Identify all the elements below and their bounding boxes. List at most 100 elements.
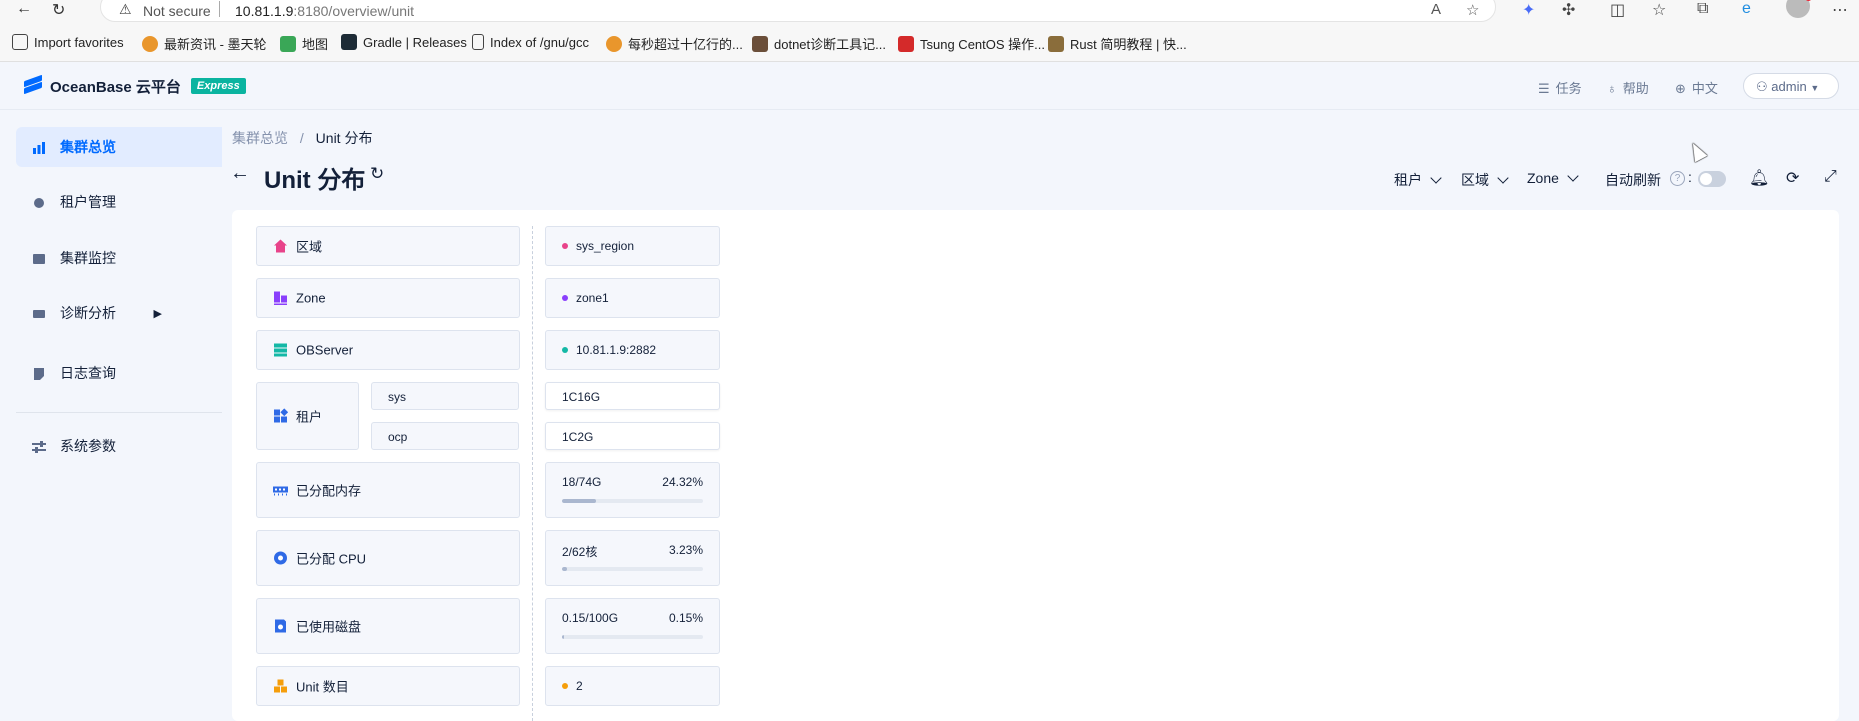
sidebar-item-tenant[interactable]: 租户管理 — [16, 182, 222, 222]
bulb-icon: ♁ — [1607, 81, 1617, 96]
unit-spec-sys[interactable]: 1C16G — [545, 382, 720, 410]
tenant-name: ocp — [388, 430, 408, 444]
bookmark-gcc[interactable]: Index of /gnu/gcc — [472, 34, 589, 50]
disk-progress — [562, 635, 703, 639]
sidebar-divider — [16, 412, 222, 413]
breadcrumb-separator: / — [299, 130, 304, 146]
reload-data-icon[interactable]: ⟳ — [1786, 168, 1799, 188]
memory-progress — [562, 499, 703, 503]
tenant-ocp-box[interactable]: ocp — [371, 422, 519, 450]
auto-refresh-toggle[interactable] — [1698, 171, 1726, 187]
zone-filter[interactable]: Zone — [1527, 170, 1579, 186]
extensions-icon[interactable]: ✣ — [1562, 0, 1575, 20]
region-filter[interactable]: 区域 — [1461, 170, 1509, 190]
house-icon — [273, 239, 288, 254]
back-icon[interactable]: ← — [16, 0, 32, 18]
bookmark-map[interactable]: 地图 — [280, 34, 328, 53]
url-text[interactable]: 10.81.1.9:8180/overview/unit — [235, 3, 414, 19]
language-switch[interactable]: ⊕ 中文 — [1675, 78, 1718, 97]
collections-icon[interactable]: ⧉ — [1697, 0, 1708, 18]
favorite-add-icon[interactable]: ☆ — [1466, 1, 1479, 19]
unit-count-label: Unit 数目 — [296, 679, 349, 695]
diagnose-icon — [32, 307, 46, 319]
split-screen-icon[interactable]: ◫ — [1610, 0, 1625, 20]
sidebar-item-monitor[interactable]: 集群监控 — [16, 238, 222, 278]
oceanbase-logo[interactable]: OceanBase 云平台 Express — [22, 74, 246, 98]
sidebar-item-log[interactable]: 日志查询 — [16, 353, 222, 393]
bookmarks-bar: Import favorites 最新资讯 - 墨天轮 地图 Gradle | … — [0, 22, 1859, 62]
mouse-cursor — [1686, 139, 1708, 163]
observer-address: 10.81.1.9:2882 — [576, 343, 657, 357]
sidebar-item-params[interactable]: 系统参数 — [16, 426, 222, 466]
back-arrow-icon[interactable]: ← — [230, 162, 250, 185]
address-bar[interactable]: ⚠ Not secure 10.81.1.9:8180/overview/uni… — [100, 0, 1496, 22]
breadcrumb-parent-link[interactable]: 集群总览 — [232, 130, 288, 146]
zone-label: Zone — [296, 290, 326, 306]
sidebar-item-cluster-overview[interactable]: 集群总览 — [16, 127, 222, 167]
globe-icon: ⊕ — [1675, 81, 1686, 96]
refresh-icon[interactable]: ↻ — [370, 164, 384, 184]
settings-icon — [32, 440, 46, 453]
tenant-sys-box[interactable]: sys — [371, 382, 519, 410]
tasks-label: 任务 — [1555, 81, 1582, 96]
help-question-icon[interactable]: ? — [1670, 171, 1685, 186]
cpu-icon — [273, 551, 288, 566]
memory-progress-fill — [562, 499, 597, 503]
help-link[interactable]: ♁ 帮助 — [1607, 78, 1649, 97]
url-host: 10.81.1.9 — [235, 3, 294, 19]
help-label: 帮助 — [1622, 81, 1649, 96]
bookmark-label: 每秒超过十亿行的... — [628, 37, 743, 52]
bookmark-label: Tsung CentOS 操作... — [920, 37, 1045, 52]
user-name: admin — [1771, 79, 1807, 94]
url-path: :8180/overview/unit — [293, 3, 415, 19]
zone-value-box[interactable]: zone1 — [545, 278, 720, 318]
disk-icon — [273, 619, 288, 634]
bookmark-rust[interactable]: Rust 简明教程 | 快... — [1048, 34, 1187, 53]
bookmark-dotnet[interactable]: dotnet诊断工具记... — [752, 34, 886, 53]
tenant-name: sys — [388, 390, 406, 404]
more-icon[interactable]: ⋯ — [1832, 0, 1848, 20]
bookmark-import[interactable]: Import favorites — [12, 34, 124, 50]
bookmark-tsung[interactable]: Tsung CentOS 操作... — [898, 34, 1045, 53]
51cto-icon — [898, 36, 914, 52]
user-icon: ⚇ — [1756, 79, 1768, 94]
edge-icon[interactable]: e — [1742, 0, 1751, 18]
tenant-filter[interactable]: 租户 — [1394, 170, 1442, 190]
bookmark-gradle[interactable]: Gradle | Releases — [341, 34, 467, 50]
disk-label: 已使用磁盘 — [296, 619, 362, 635]
favorites-icon[interactable]: ☆ — [1652, 0, 1666, 20]
bookmark-label: dotnet诊断工具记... — [774, 37, 886, 52]
language-label: 中文 — [1691, 81, 1718, 96]
bookmark-label: 地图 — [302, 37, 329, 52]
zone-icon — [273, 291, 288, 306]
unit-spec-ocp[interactable]: 1C2G — [545, 422, 720, 450]
sidebar-item-label: 诊断分析 — [60, 305, 116, 321]
bookmark-modb-2[interactable]: 每秒超过十亿行的... — [606, 34, 743, 53]
tenant-icon — [32, 196, 46, 208]
read-aloud-icon[interactable]: A — [1431, 1, 1441, 18]
cpu-percent: 3.23% — [668, 543, 703, 557]
bookmark-label: 最新资讯 - 墨天轮 — [164, 37, 267, 52]
reload-icon[interactable]: ↻ — [52, 0, 65, 20]
map-icon — [280, 36, 296, 52]
profile-avatar[interactable] — [1786, 0, 1812, 18]
breadcrumb: 集群总览 / Unit 分布 — [232, 128, 372, 148]
log-icon — [32, 367, 46, 380]
region-value-box[interactable]: sys_region — [545, 226, 720, 266]
warning-icon: ⚠ — [119, 1, 132, 17]
express-badge: Express — [190, 78, 246, 94]
tenant-label-box: 租户 — [256, 382, 359, 450]
bell-icon[interactable]: 🔔︎ — [1749, 168, 1769, 188]
rust-icon — [1048, 36, 1064, 52]
extension-icon[interactable]: ✦ — [1522, 0, 1535, 20]
region-label: 区域 — [296, 239, 323, 255]
sidebar-item-diagnose[interactable]: 诊断分析 ▶ — [16, 293, 222, 333]
observer-value-box[interactable]: 10.81.1.9:2882 — [545, 330, 720, 370]
bookmark-modb[interactable]: 最新资讯 - 墨天轮 — [142, 34, 267, 53]
unit-count-dot — [562, 683, 568, 689]
tasks-link[interactable]: ☰ 任务 — [1538, 78, 1582, 97]
user-menu[interactable]: ⚇ admin ▼ — [1743, 73, 1839, 99]
label-value-divider — [532, 226, 533, 721]
region-name: sys_region — [576, 239, 635, 253]
fullscreen-icon[interactable]: ⤢ — [1824, 168, 1837, 186]
